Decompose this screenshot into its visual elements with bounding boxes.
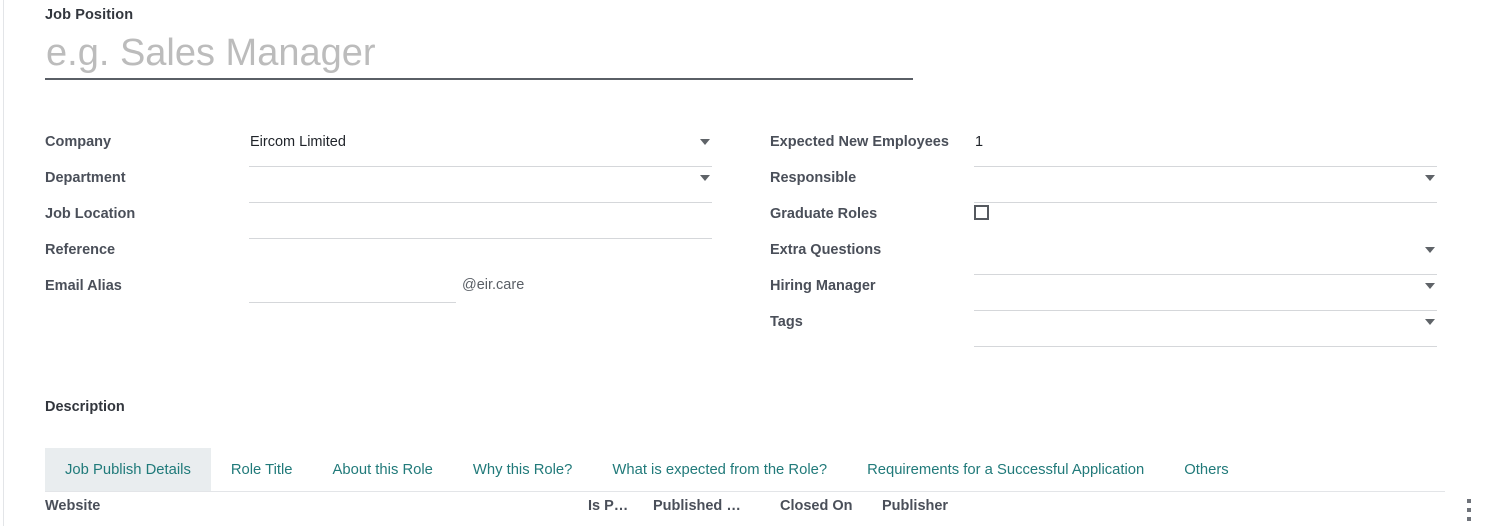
tab-about-this-role[interactable]: About this Role [313, 448, 453, 491]
column-header-is-published[interactable]: Is P… [588, 496, 653, 516]
field-email-alias: Email Alias @eir.care [45, 275, 712, 311]
field-reference-label: Reference [45, 242, 116, 258]
column-header-publisher[interactable]: Publisher [882, 496, 1042, 516]
field-reference: Reference [45, 239, 712, 275]
field-hiring-manager: Hiring Manager [770, 275, 1437, 311]
field-hiring-manager-value [974, 275, 1437, 296]
field-graduate-roles-control [974, 203, 1437, 239]
publish-list-header: Website Is P… Published … Closed On Publ… [45, 496, 1445, 526]
field-responsible: Responsible [770, 167, 1437, 203]
description-label: Description [45, 399, 125, 415]
form-column-right: Expected New Employees 1 Responsible Gra… [770, 131, 1437, 347]
field-email-alias-control: @eir.care [249, 275, 712, 311]
field-department-value [249, 167, 712, 188]
field-responsible-value [974, 167, 1437, 188]
field-job-location-control[interactable] [249, 203, 712, 239]
field-expected-new-employees-label: Expected New Employees [770, 134, 949, 150]
field-extra-questions-control[interactable] [974, 239, 1437, 275]
job-position-label: Job Position [45, 7, 134, 23]
field-tags-value [974, 311, 1437, 332]
field-reference-value [249, 239, 712, 260]
email-alias-domain-suffix: @eir.care [462, 277, 525, 293]
chevron-down-icon[interactable] [1425, 283, 1435, 289]
field-tags-control[interactable] [974, 311, 1437, 347]
chevron-down-icon[interactable] [1425, 247, 1435, 253]
field-company-value: Eircom Limited [250, 134, 346, 150]
field-job-location: Job Location [45, 203, 712, 239]
field-hiring-manager-label: Hiring Manager [770, 278, 876, 294]
field-reference-control [249, 239, 712, 275]
field-department-label: Department [45, 170, 126, 186]
field-extra-questions: Extra Questions [770, 239, 1437, 275]
graduate-roles-checkbox[interactable] [974, 205, 989, 220]
tab-role-title[interactable]: Role Title [211, 448, 313, 491]
tab-what-is-expected-from-the-role[interactable]: What is expected from the Role? [592, 448, 847, 491]
column-header-website[interactable]: Website [45, 496, 588, 516]
description-tabbar: Job Publish Details Role Title About thi… [45, 448, 1445, 492]
job-position-title-block: Job Position [45, 6, 915, 80]
job-position-form: Job Position Company Eircom Limited Depa… [0, 0, 1493, 526]
field-email-alias-label: Email Alias [45, 278, 122, 294]
field-company-label: Company [45, 134, 112, 150]
form-column-left: Company Eircom Limited Department Job Lo… [45, 131, 712, 311]
chevron-down-icon[interactable] [1425, 319, 1435, 325]
field-responsible-label: Responsible [770, 170, 857, 186]
job-position-input[interactable] [45, 32, 913, 80]
field-department-control[interactable] [249, 167, 712, 203]
field-expected-new-employees-value: 1 [975, 134, 984, 150]
email-alias-input[interactable] [249, 275, 456, 303]
chevron-down-icon[interactable] [700, 175, 710, 181]
field-graduate-roles: Graduate Roles [770, 203, 1437, 239]
kebab-menu-icon[interactable] [1464, 499, 1474, 521]
column-header-published-date[interactable]: Published … [653, 496, 780, 516]
chevron-down-icon[interactable] [1425, 175, 1435, 181]
tab-job-publish-details[interactable]: Job Publish Details [45, 448, 211, 491]
field-department: Department [45, 167, 712, 203]
field-company-control[interactable]: Eircom Limited [249, 131, 712, 167]
field-responsible-control[interactable] [974, 167, 1437, 203]
field-job-location-label: Job Location [45, 206, 136, 222]
tab-requirements-for-a-successful-application[interactable]: Requirements for a Successful Applicatio… [847, 448, 1164, 491]
field-graduate-roles-label: Graduate Roles [770, 206, 878, 222]
field-company: Company Eircom Limited [45, 131, 712, 167]
chevron-down-icon[interactable] [700, 139, 710, 145]
column-header-closed-on[interactable]: Closed On [780, 496, 882, 516]
field-expected-new-employees-control[interactable]: 1 [974, 131, 1437, 167]
field-hiring-manager-control[interactable] [974, 275, 1437, 311]
field-extra-questions-label: Extra Questions [770, 242, 882, 258]
field-tags: Tags [770, 311, 1437, 347]
tab-why-this-role[interactable]: Why this Role? [453, 448, 593, 491]
field-job-location-value [249, 203, 712, 224]
field-tags-label: Tags [770, 314, 803, 330]
tab-others[interactable]: Others [1164, 448, 1248, 491]
field-expected-new-employees: Expected New Employees 1 [770, 131, 1437, 167]
field-email-alias-value [249, 275, 456, 296]
field-extra-questions-value [974, 239, 1437, 260]
